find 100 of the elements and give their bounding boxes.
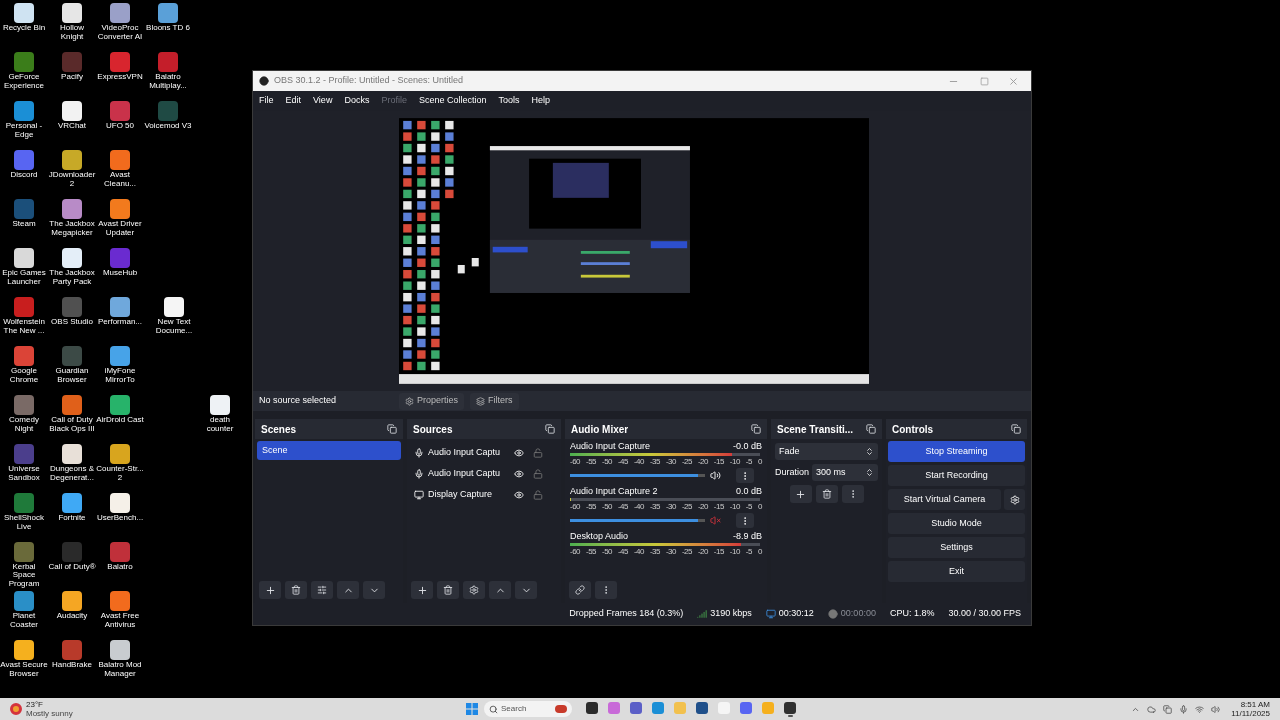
icon-label: Counter-Str... 2: [96, 465, 144, 482]
muted-speaker-icon[interactable]: [710, 515, 721, 526]
app-icon[interactable]: [110, 493, 130, 513]
move-down-button[interactable]: [515, 581, 537, 599]
app-icon[interactable]: [110, 444, 130, 464]
control-button[interactable]: Start Recording: [888, 465, 1025, 486]
add-button[interactable]: [411, 581, 433, 599]
menu-item[interactable]: View: [313, 94, 333, 108]
source-item[interactable]: Display Capture: [407, 484, 561, 505]
app-icon[interactable]: [62, 591, 82, 611]
app-icon[interactable]: [62, 395, 82, 415]
app-icon[interactable]: [164, 297, 184, 317]
taskbar-app-icon[interactable]: [586, 701, 598, 714]
app-icon[interactable]: [210, 395, 230, 415]
properties-button[interactable]: Properties: [399, 392, 465, 410]
more-button[interactable]: [595, 581, 617, 599]
app-icon[interactable]: [110, 52, 130, 72]
menu-item[interactable]: Edit: [285, 94, 302, 108]
more-button[interactable]: [736, 468, 754, 483]
menu-item[interactable]: File: [259, 94, 274, 108]
gear-icon: [1009, 494, 1020, 505]
unlock-icon[interactable]: [533, 468, 543, 479]
menu-item[interactable]: Docks: [344, 94, 370, 108]
unlock-icon[interactable]: [533, 447, 543, 458]
menu-item[interactable]: Tools: [498, 94, 520, 108]
source-item[interactable]: Audio Input Captu: [407, 442, 561, 463]
settings-button[interactable]: [1004, 489, 1025, 510]
eye-icon[interactable]: [514, 468, 524, 479]
menu-item[interactable]: Help: [531, 94, 550, 108]
microphone-icon[interactable]: [1179, 704, 1189, 714]
wifi-icon[interactable]: [1195, 704, 1205, 714]
undock-icon[interactable]: [751, 424, 761, 434]
close-icon[interactable]: [1008, 75, 1019, 87]
scene-item[interactable]: Scene: [257, 441, 401, 460]
move-up-button[interactable]: [337, 581, 359, 599]
undock-icon[interactable]: [545, 424, 555, 434]
undock-icon[interactable]: [866, 424, 876, 434]
app-icon[interactable]: [110, 640, 130, 660]
add-button[interactable]: [789, 485, 812, 503]
app-icon[interactable]: [14, 248, 34, 268]
app-icon[interactable]: [62, 101, 82, 121]
search-field[interactable]: Search: [484, 701, 572, 717]
move-down-button[interactable]: [363, 581, 385, 599]
transition-select[interactable]: Fade: [775, 443, 878, 460]
app-icon[interactable]: [62, 3, 82, 23]
taskbar-app-icon[interactable]: [696, 701, 708, 714]
add-button[interactable]: [259, 581, 281, 599]
delete-button[interactable]: [285, 581, 307, 599]
menu-item[interactable]: Scene Collection: [418, 94, 487, 108]
control-button[interactable]: Start Virtual Camera: [888, 489, 1001, 510]
weather-icon[interactable]: [10, 703, 22, 715]
undock-icon[interactable]: [387, 424, 397, 434]
app-icon[interactable]: [14, 591, 34, 611]
delete-button[interactable]: [437, 581, 459, 599]
app-icon[interactable]: [14, 640, 34, 660]
more-button[interactable]: [841, 485, 864, 503]
link-button[interactable]: [569, 581, 591, 599]
control-button[interactable]: Stop Streaming: [888, 441, 1025, 462]
app-icon[interactable]: [14, 101, 34, 121]
app-icon[interactable]: [110, 3, 130, 23]
unlock-icon[interactable]: [533, 489, 543, 500]
app-icon[interactable]: [62, 199, 82, 219]
control-button[interactable]: Exit: [888, 561, 1025, 582]
app-icon[interactable]: [110, 150, 130, 170]
app-icon[interactable]: [14, 52, 34, 72]
undock-icon[interactable]: [1011, 424, 1021, 434]
start-icon[interactable]: [466, 703, 478, 715]
control-button[interactable]: Settings: [888, 537, 1025, 558]
speaker-icon[interactable]: [710, 470, 721, 481]
duration-field[interactable]: 300 ms: [812, 464, 878, 481]
app-icon[interactable]: [62, 493, 82, 513]
eye-icon[interactable]: [514, 489, 524, 500]
taskbar-app-icon[interactable]: [784, 701, 796, 714]
app-icon[interactable]: [14, 395, 34, 415]
app-icon[interactable]: [110, 591, 130, 611]
app-icon[interactable]: [62, 150, 82, 170]
delete-button[interactable]: [815, 485, 838, 503]
app-icon[interactable]: [14, 493, 34, 513]
tray-app-icon[interactable]: [1163, 704, 1173, 714]
app-icon[interactable]: [110, 199, 130, 219]
source-item[interactable]: Audio Input Captu: [407, 463, 561, 484]
app-icon[interactable]: [110, 101, 130, 121]
cloud-icon[interactable]: [1147, 704, 1157, 714]
eye-icon[interactable]: [514, 447, 524, 458]
app-icon[interactable]: [14, 3, 34, 23]
filter-button[interactable]: [311, 581, 333, 599]
app-icon[interactable]: [14, 150, 34, 170]
move-up-button[interactable]: [489, 581, 511, 599]
plus-icon: [416, 584, 428, 596]
app-icon[interactable]: [62, 248, 82, 268]
settings-button[interactable]: [463, 581, 485, 599]
app-icon[interactable]: [110, 346, 130, 366]
app-icon[interactable]: [62, 444, 82, 464]
control-button[interactable]: Studio Mode: [888, 513, 1025, 534]
app-icon[interactable]: [110, 297, 130, 317]
more-button[interactable]: [736, 513, 754, 528]
app-icon[interactable]: [158, 3, 178, 23]
filters-button[interactable]: Filters: [470, 392, 519, 410]
app-icon[interactable]: [110, 395, 130, 415]
app-icon[interactable]: [14, 346, 34, 366]
